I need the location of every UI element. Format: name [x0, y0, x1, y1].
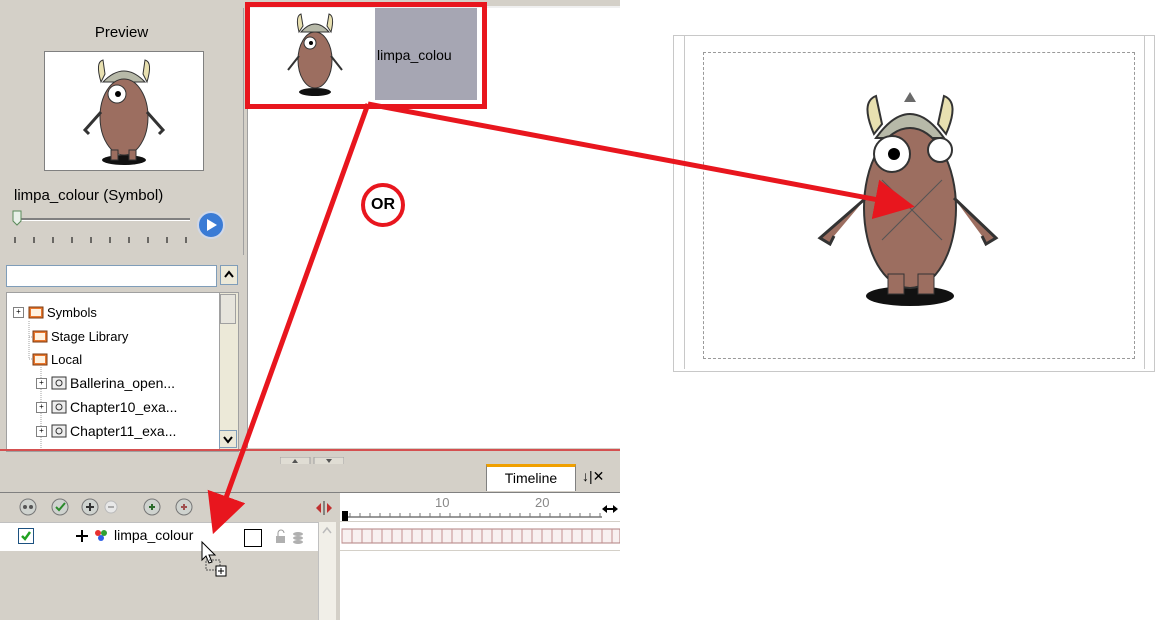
tree-item-stage-library[interactable]: Stage Library — [32, 327, 128, 345]
ruler-label-10: 10 — [435, 495, 450, 510]
onion-skin-icon — [19, 498, 37, 516]
layer-color-swatch[interactable] — [244, 529, 262, 547]
stage-margin-line — [684, 36, 685, 369]
drawing-layer-icon — [76, 530, 107, 542]
highlight-box — [245, 2, 487, 109]
tree-item-chapter11[interactable]: + Chapter11_exa... — [36, 422, 176, 440]
tree-item-label: Stage Library — [51, 328, 129, 344]
folder-icon — [32, 329, 48, 343]
library-folder-icon — [51, 424, 67, 438]
ruler-label-20: 20 — [535, 495, 550, 510]
tab-controls[interactable]: ↓|✕ — [582, 468, 604, 485]
layer-lock-icons[interactable] — [274, 529, 314, 545]
play-icon — [197, 211, 225, 239]
layer-visibility-checkbox[interactable] — [18, 528, 34, 544]
scroll-up-button[interactable] — [220, 265, 238, 285]
layer-name[interactable]: limpa_colour — [114, 527, 193, 543]
scroll-down-button[interactable] — [219, 430, 237, 448]
folder-icon — [32, 352, 48, 366]
preview-image — [44, 51, 204, 171]
tree-item-ballerina[interactable]: + Ballerina_open... — [36, 374, 175, 392]
preview-slider-thumb[interactable] — [12, 210, 22, 226]
add-layer-icon — [81, 498, 99, 516]
frame-area-empty — [340, 551, 620, 620]
expand-plus-icon[interactable]: + — [13, 306, 24, 318]
onion-skin-toggle-icon — [51, 498, 69, 516]
character-preview-icon — [82, 59, 166, 165]
slider-ticks-icon — [14, 237, 187, 243]
lock-icon — [276, 529, 285, 543]
or-badge: OR — [361, 183, 405, 227]
layer-list-empty — [0, 551, 318, 620]
preview-title: Preview — [94, 24, 149, 41]
timeline-expand-icon[interactable] — [600, 502, 620, 516]
library-folder-icon — [51, 376, 67, 390]
tab-timeline[interactable]: Timeline — [486, 464, 576, 491]
tree-item-symbols[interactable]: + Symbols — [13, 303, 97, 321]
tree-item-label: Ballerina_open... — [70, 375, 176, 391]
cursor-copy-icon — [201, 540, 227, 577]
preview-slider-track[interactable] — [18, 218, 190, 221]
layer-toolbar-icons — [19, 498, 193, 516]
slider-thumb-icon — [12, 210, 22, 226]
tree-scroll-thumb[interactable] — [220, 294, 236, 324]
frame-ruler[interactable] — [340, 493, 620, 521]
tree-item-label: Local — [51, 351, 83, 367]
chevron-up-icon — [224, 270, 234, 278]
frame-cells — [341, 528, 621, 544]
tree-item-label: Chapter11_exa... — [70, 423, 177, 439]
layer-stack-icon — [293, 532, 303, 544]
folder-icon — [28, 305, 44, 319]
expand-plus-icon[interactable]: + — [36, 401, 47, 413]
tree-item-label: Symbols — [47, 304, 97, 320]
expand-plus-icon[interactable]: + — [36, 425, 47, 437]
play-button[interactable] — [196, 210, 226, 240]
expand-plus-icon[interactable]: + — [36, 377, 47, 389]
add-drawing-layer-icon — [143, 498, 161, 516]
remove-layer-icon — [104, 500, 118, 514]
layer-scrollbar[interactable] — [318, 522, 336, 620]
panel-divider — [0, 449, 620, 451]
stage-margin-line — [1144, 36, 1145, 369]
panel-splitter[interactable] — [279, 453, 345, 466]
frame-row[interactable] — [340, 522, 621, 550]
symbol-name-label: limpa_colour (Symbol) — [14, 187, 164, 204]
chevron-up-icon — [322, 526, 332, 534]
checkbox-checked-icon — [21, 531, 32, 541]
library-tree: + Symbols Stage Library Local + Ballerin… — [6, 292, 222, 452]
frame-ruler-ticks — [342, 511, 602, 521]
chevron-down-icon — [223, 436, 233, 444]
add-peg-layer-icon — [175, 498, 193, 516]
character-on-stage-icon[interactable] — [790, 88, 1030, 313]
layer-split-icon[interactable] — [314, 500, 334, 516]
tree-item-label: Chapter10_exa... — [70, 399, 178, 415]
preview-slider-ticks — [14, 232, 190, 243]
tree-item-local[interactable]: Local — [32, 350, 82, 368]
tree-item-chapter10[interactable]: + Chapter10_exa... — [36, 398, 177, 416]
library-search-input[interactable] — [6, 265, 217, 287]
library-folder-icon — [51, 400, 67, 414]
